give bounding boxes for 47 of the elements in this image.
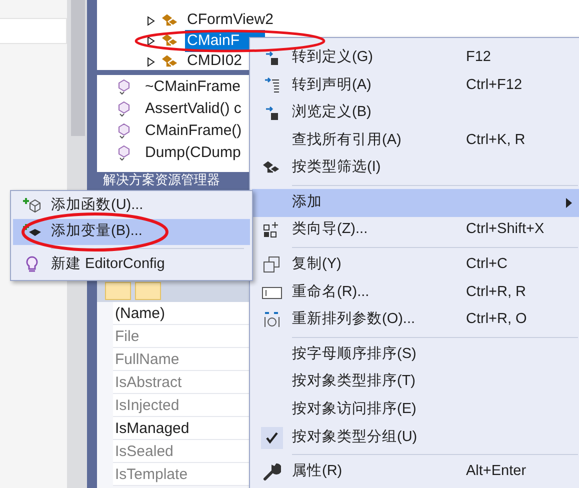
parameters-icon (262, 311, 282, 330)
cube-plus-icon (22, 197, 42, 215)
menu-item[interactable]: 浏览定义(B) (252, 99, 579, 127)
method-icon (117, 101, 131, 117)
menu-item[interactable]: 添加变量(B)... (13, 219, 250, 245)
menu-item[interactable]: 属性(R) Alt+Enter (252, 458, 579, 486)
menu-item[interactable]: 新建 EditorConfig (13, 252, 250, 278)
menu-item[interactable]: 按字母顺序排序(S) (252, 340, 579, 369)
scrollbar-thumb[interactable] (71, 0, 85, 136)
method-icon (117, 79, 131, 95)
arrow-lines-icon (264, 77, 280, 94)
menu-item[interactable]: 添加函数(U)... (13, 193, 250, 219)
member-item[interactable]: CMainFrame() (145, 120, 242, 142)
toolbar-button[interactable] (135, 282, 161, 300)
wizard-grid-icon (263, 221, 281, 240)
submenu-arrow-icon (566, 198, 572, 208)
menu-item[interactable]: 重新排列参数(O)... Ctrl+R, O (252, 306, 579, 334)
copy-icon (263, 256, 281, 274)
arrow-square-icon (264, 50, 280, 66)
text-field[interactable] (0, 18, 67, 44)
class-icon (161, 12, 179, 28)
expand-arrow-icon[interactable] (147, 16, 155, 26)
member-item[interactable]: AssertValid() c (145, 98, 242, 120)
menu-item[interactable]: 查找所有引用(A) Ctrl+K, R (252, 126, 579, 154)
method-icon (117, 123, 131, 139)
menu-item[interactable]: 按对象类型排序(T) (252, 368, 579, 396)
menu-item[interactable]: 添加 (252, 188, 579, 217)
menu-item[interactable]: 重命名(R)... Ctrl+R, R (252, 278, 579, 306)
expand-arrow-icon[interactable] (147, 36, 155, 46)
wrench-icon (263, 463, 281, 482)
menu-item[interactable]: 按对象访问排序(E) (252, 396, 579, 424)
member-item[interactable]: ~CMainFrame (145, 76, 240, 98)
class-icon (161, 54, 179, 70)
menu-item[interactable]: 转到声明(A) Ctrl+F12 (252, 72, 579, 100)
member-item[interactable]: Dump(CDump (145, 142, 241, 164)
rename-icon (262, 286, 282, 299)
menu-item[interactable]: 按对象类型分组(U) (252, 424, 579, 452)
tree-item[interactable]: CFormView2 (185, 9, 276, 32)
tree-item[interactable]: CMDI02 (185, 50, 244, 70)
checkmark-icon (266, 432, 278, 444)
expand-arrow-icon[interactable] (147, 56, 155, 66)
menu-item[interactable]: 类向导(Z)... Ctrl+Shift+X (252, 216, 579, 244)
arrow-square-icon (264, 104, 280, 121)
menu-item[interactable]: 复制(Y) Ctrl+C (252, 251, 579, 279)
lightbulb-icon (24, 256, 40, 274)
toolbar-button[interactable] (105, 282, 131, 300)
method-icon (117, 145, 131, 161)
